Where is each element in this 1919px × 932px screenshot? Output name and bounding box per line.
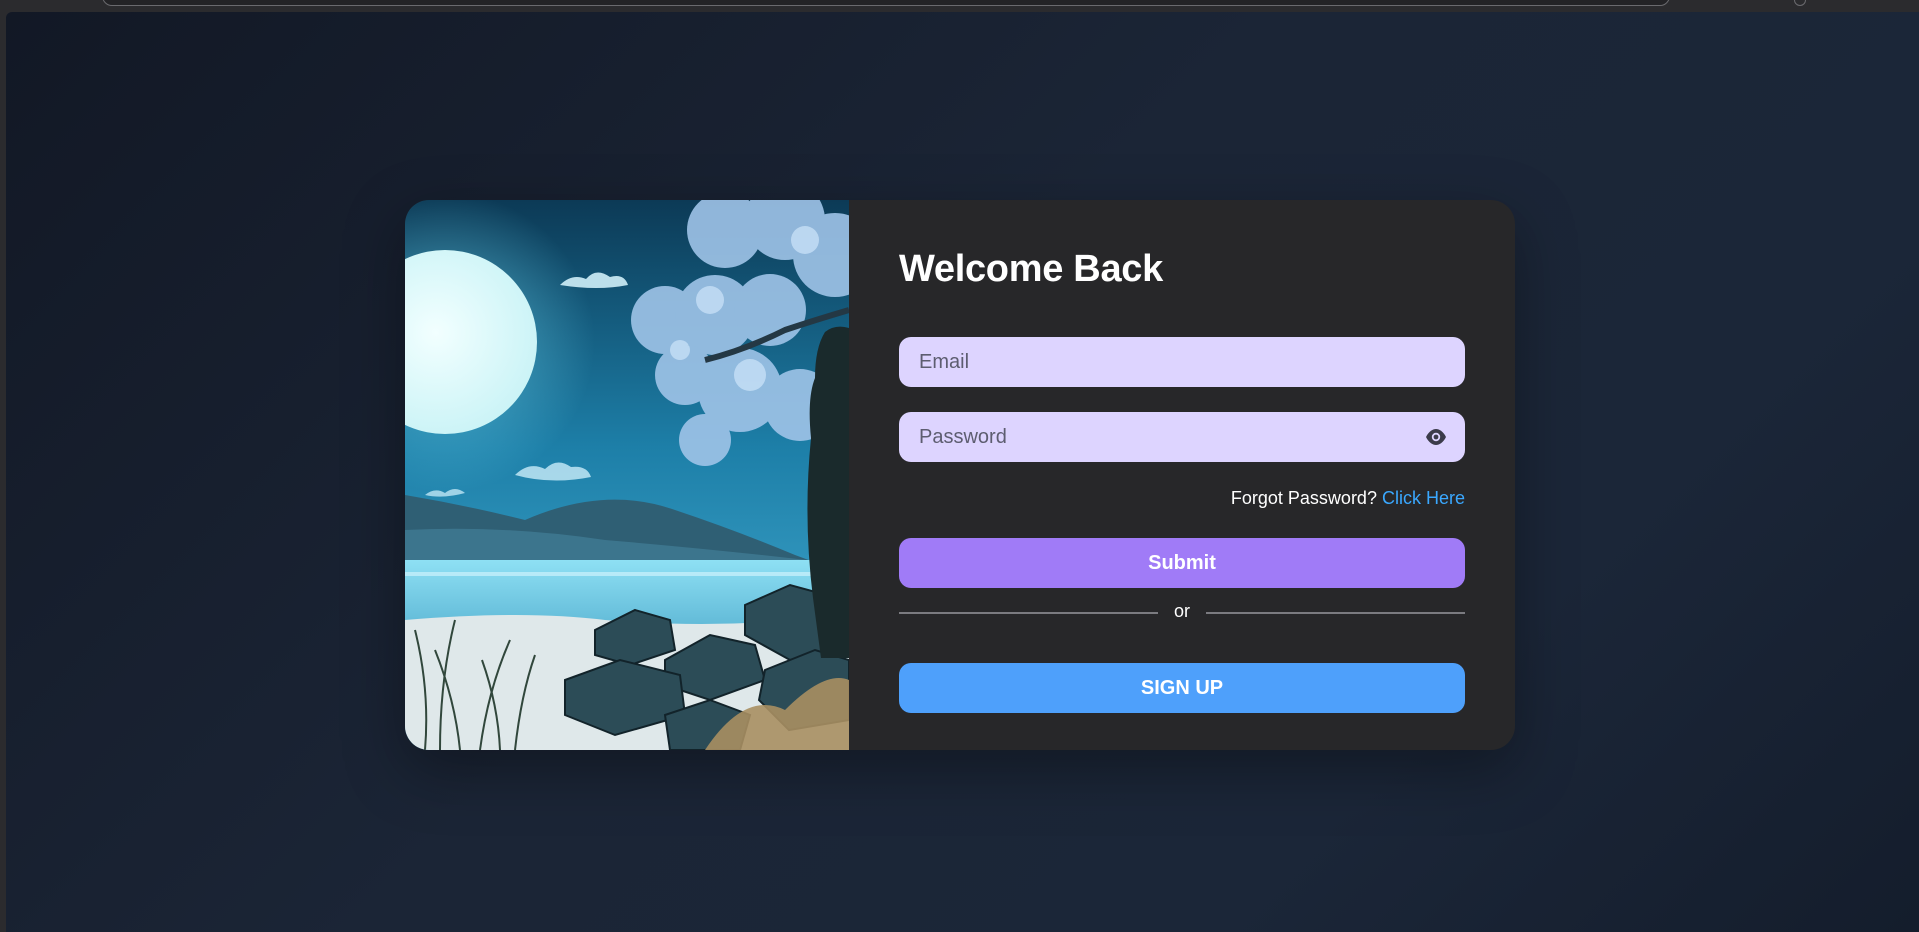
divider-line-right [1206, 612, 1465, 614]
password-input[interactable] [899, 412, 1465, 462]
login-form: Welcome Back Forgot Password? Click Here [899, 200, 1465, 750]
login-card: Welcome Back Forgot Password? Click Here [405, 200, 1515, 750]
night-landscape-illustration [405, 200, 849, 750]
forgot-password: Forgot Password? Click Here [1231, 488, 1465, 509]
browser-chrome [0, 0, 1919, 12]
profile-icon[interactable] [1794, 0, 1806, 6]
page-title: Welcome Back [899, 248, 1163, 290]
page-viewport: Welcome Back Forgot Password? Click Here [6, 12, 1919, 932]
forgot-password-link[interactable]: Click Here [1382, 488, 1465, 508]
or-divider: or [899, 600, 1465, 626]
email-field[interactable] [899, 337, 1465, 387]
address-bar[interactable] [102, 0, 1670, 6]
submit-button[interactable]: Submit [899, 538, 1465, 588]
email-input[interactable] [899, 337, 1465, 387]
forgot-password-text: Forgot Password? [1230, 488, 1377, 508]
password-field[interactable] [899, 412, 1465, 462]
eye-icon[interactable] [1425, 427, 1447, 447]
signup-button[interactable]: SIGN UP [899, 663, 1465, 713]
